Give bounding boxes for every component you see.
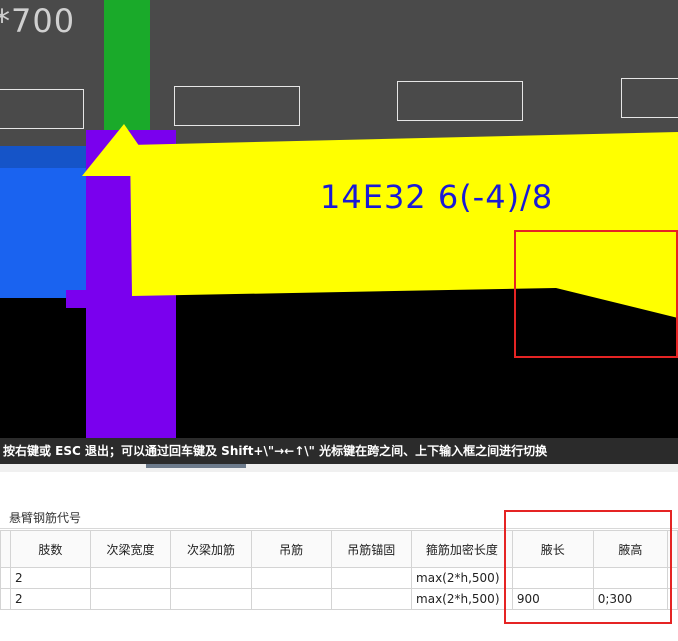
- panel-title: 悬臂钢筋代号: [9, 511, 82, 525]
- table-cell[interactable]: 2: [9, 567, 91, 589]
- column-header: 次梁宽度: [89, 530, 172, 568]
- haunch-highlight-box: [514, 230, 678, 358]
- column-header: [0, 530, 11, 568]
- table-cell[interactable]: [250, 567, 332, 589]
- table-cell[interactable]: 2: [9, 588, 91, 610]
- beam-overlay: [82, 124, 678, 318]
- column-header: 次梁加筋: [170, 530, 252, 568]
- table-cell[interactable]: max(2*h,500): [411, 567, 513, 589]
- table-cell[interactable]: [250, 588, 332, 610]
- column-header: 吊筋: [250, 530, 332, 568]
- table-cell[interactable]: [0, 567, 11, 589]
- table-cell[interactable]: [170, 588, 252, 610]
- splitter-handle[interactable]: [146, 464, 246, 468]
- beam-label: 14E32 6(-4)/8: [320, 178, 554, 216]
- table-cell[interactable]: [330, 567, 413, 589]
- column-header: 箍筋加密长度: [411, 530, 513, 568]
- table-cell[interactable]: max(2*h,500): [411, 588, 513, 610]
- table-cell[interactable]: [89, 567, 172, 589]
- column-header: 吊筋锚固: [330, 530, 413, 568]
- status-bar: 按右键或 ESC 退出；可以通过回车键及 Shift+\"→←↑\" 光标键在跨…: [0, 438, 678, 464]
- table-cell[interactable]: [0, 588, 11, 610]
- table-cell[interactable]: [170, 567, 252, 589]
- splitter[interactable]: [0, 464, 678, 472]
- column-header: 肢数: [9, 530, 91, 568]
- table-cell[interactable]: [89, 588, 172, 610]
- haunch-columns-highlight-box: [504, 510, 672, 624]
- table-cell[interactable]: [330, 588, 413, 610]
- cad-viewport[interactable]: *700 14E32 6(-4)/8: [0, 0, 678, 438]
